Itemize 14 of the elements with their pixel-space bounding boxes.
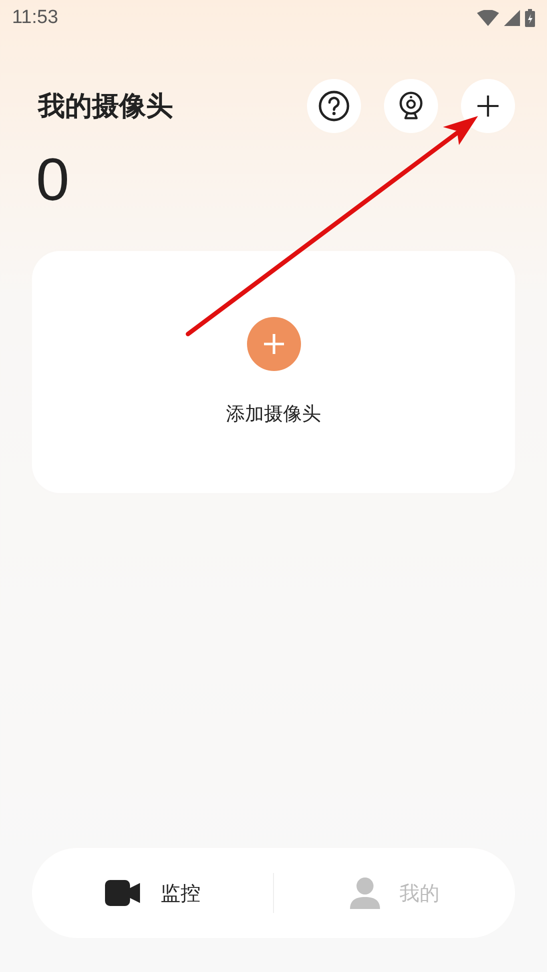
wifi-icon [477,10,499,26]
add-icon [246,317,300,371]
add-camera-card[interactable]: 添加摄像头 [32,251,515,493]
add-icon [475,93,501,119]
nav-tab[interactable]: 监控 [32,863,273,923]
add-camera-label: 添加摄像头 [226,402,321,427]
status-time: 11:53 [12,7,58,29]
signal-icon [504,10,520,26]
person-icon [350,877,380,909]
video-camera-icon [104,880,140,906]
help-icon [318,90,350,122]
page-title: 我的摄像头 [38,90,173,124]
camera-count: 0 [35,147,70,213]
battery-icon [525,9,535,27]
